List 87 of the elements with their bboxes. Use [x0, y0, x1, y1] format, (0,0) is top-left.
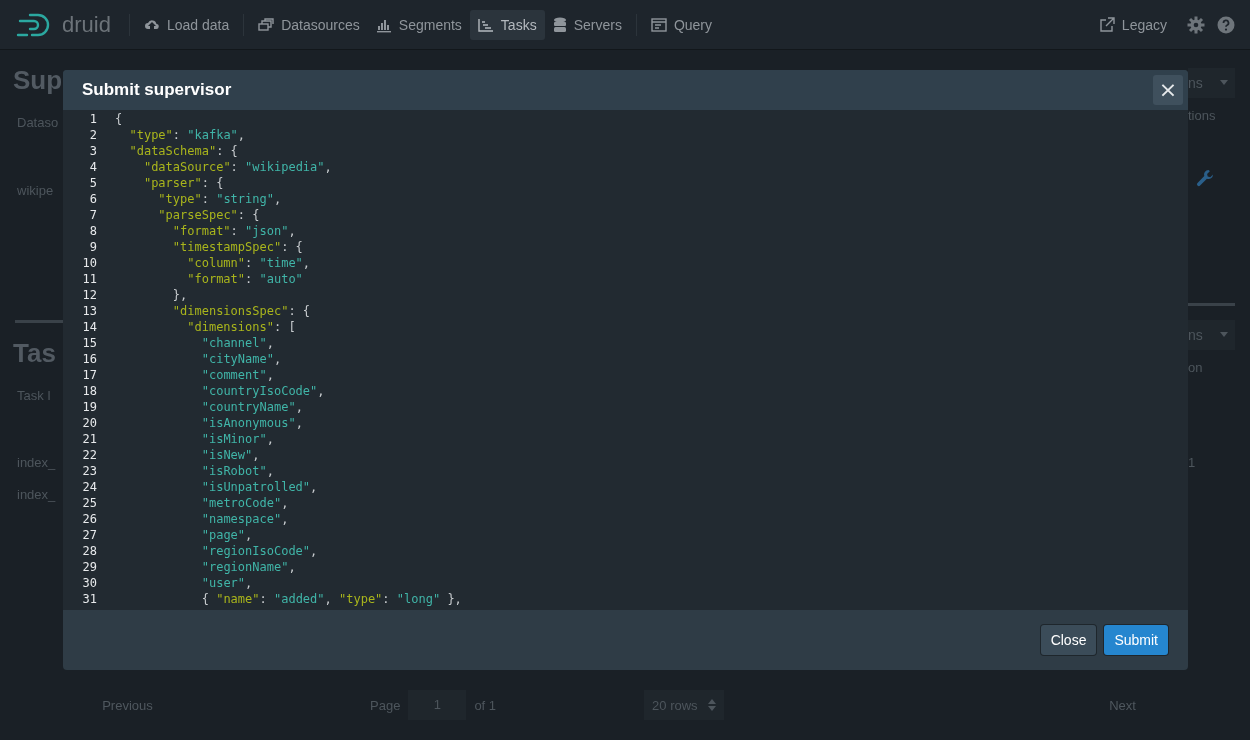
code-line: "isRobot", [200, 463, 274, 479]
line-number: 22 [81, 447, 98, 463]
line-number: 28 [81, 543, 98, 559]
code-line: "isAnonymous", [200, 415, 303, 431]
code-line: "column": "time", [186, 255, 311, 271]
line-number: 14 [81, 319, 98, 335]
code-line: "comment", [200, 367, 274, 383]
line-number: 27 [81, 527, 98, 543]
nav-tab[interactable]: Load data [135, 9, 238, 40]
code-line: "type": "kafka", [128, 127, 246, 143]
line-number: 23 [81, 463, 98, 479]
code-line: "page", [200, 527, 253, 543]
code-line: "channel", [200, 335, 274, 351]
caret-icon [1219, 332, 1229, 338]
section-title: Sup [13, 65, 63, 97]
line-number: 6 [88, 191, 98, 207]
code-line: "metroCode", [200, 495, 289, 511]
gantt-chart-icon [477, 16, 494, 33]
line-number: 4 [88, 159, 98, 175]
nav-tab[interactable]: Tasks [469, 9, 545, 40]
code-line: "format": "auto" [186, 271, 303, 287]
code-line: "user", [200, 575, 253, 591]
line-number: 13 [81, 303, 98, 319]
line-number: 8 [88, 223, 98, 239]
line-number: 30 [81, 575, 98, 591]
code-line: "isMinor", [200, 431, 274, 447]
code-line: "isUnpatrolled", [200, 479, 318, 495]
code-line: "type": "string", [157, 191, 282, 207]
close-button[interactable]: × [1153, 75, 1183, 105]
code-line: "regionName", [200, 559, 296, 575]
line-number: 20 [81, 415, 98, 431]
code-line: "parser": { [142, 175, 224, 191]
line-number: 31 [81, 591, 98, 607]
code-line: "countryName", [200, 399, 303, 415]
up-down-caret-icon [707, 699, 716, 711]
line-number: 3 [88, 143, 98, 159]
line-number: 17 [81, 367, 98, 383]
close-button[interactable]: Close [1040, 625, 1097, 655]
nav-tab[interactable]: Query [642, 9, 720, 40]
code-line: }, [171, 287, 188, 303]
line-number: 16 [81, 351, 98, 367]
nav-tab[interactable]: Segments [367, 9, 470, 40]
code-line: { [115, 111, 123, 127]
line-number: 10 [81, 255, 98, 271]
help-icon[interactable] [1217, 15, 1235, 34]
settings-icon[interactable] [1187, 15, 1205, 34]
dialog-title: Submit supervisor [82, 80, 232, 100]
section-title: Tas [13, 338, 57, 370]
line-number: 26 [81, 511, 98, 527]
code-line: "regionIsoCode", [200, 543, 318, 559]
line-number: 24 [81, 479, 98, 495]
line-number: 15 [81, 335, 98, 351]
line-number: 21 [81, 431, 98, 447]
line-number: 2 [88, 127, 98, 143]
code-line: "cityName", [200, 351, 282, 367]
nav-tab[interactable]: Servers [544, 9, 630, 40]
line-number: 25 [81, 495, 98, 511]
database-icon [552, 16, 567, 33]
submit-button[interactable]: Submit [1104, 625, 1168, 655]
code-line: "dimensions": [ [186, 319, 296, 335]
code-line: "dimensionsSpec": { [171, 303, 311, 319]
line-number: 12 [81, 287, 98, 303]
code-line: "timestampSpec": { [171, 239, 303, 255]
code-line: "countryIsoCode", [200, 383, 325, 399]
line-number: 7 [88, 207, 98, 223]
nav-tab[interactable]: Datasources [250, 9, 368, 40]
line-number: 11 [81, 271, 98, 287]
code-line: "namespace", [200, 511, 289, 527]
line-number: 18 [81, 383, 98, 399]
external-link-icon [1098, 16, 1115, 33]
line-number: 1 [88, 111, 98, 127]
logo-text[interactable]: druid [62, 11, 111, 38]
code-line: "format": "json", [171, 223, 296, 239]
code-line: { "name": "added", "type": "long" }, [200, 591, 462, 607]
stacked-windows-icon [258, 16, 275, 33]
line-number: 19 [81, 399, 98, 415]
code-line: "dataSchema": { [128, 143, 238, 159]
code-line: "dataSource": "wikipedia", [142, 159, 332, 175]
legacy-link[interactable]: Legacy [1090, 9, 1175, 40]
console-window-icon [650, 16, 667, 33]
caret-icon [1219, 80, 1229, 86]
wrench-icon [1196, 169, 1214, 187]
code-line: "isNew", [200, 447, 260, 463]
line-number: 5 [88, 175, 98, 191]
code-line: "parseSpec": { [157, 207, 260, 223]
line-number: 29 [81, 559, 98, 575]
line-number: 9 [88, 239, 98, 255]
